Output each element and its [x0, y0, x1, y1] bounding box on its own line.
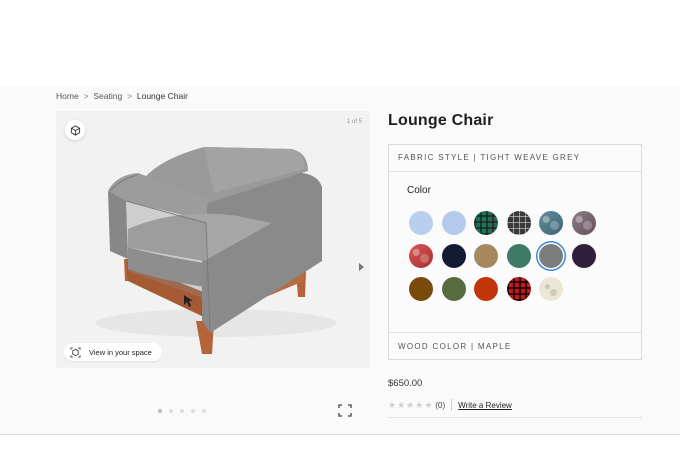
color-swatch-red-plaid[interactable]	[506, 277, 531, 301]
breadcrumb-separator-icon: >	[83, 91, 89, 101]
color-swatch-light-blue-1[interactable]	[409, 211, 433, 235]
top-header-band	[0, 0, 680, 86]
color-swatch-green-plaid[interactable]	[474, 211, 498, 235]
image-counter: 1 of 5	[346, 119, 362, 125]
pagination-dot[interactable]	[169, 409, 173, 413]
pagination-dot[interactable]	[191, 409, 195, 413]
color-label: Color	[407, 185, 431, 196]
color-swatch-rust[interactable]	[474, 277, 498, 301]
star-rating: ★ ★ ★ ★ ★	[388, 400, 432, 410]
breadcrumb-current: Lounge Chair	[136, 91, 188, 101]
breadcrumb: Home > Seating > Lounge Chair	[56, 91, 188, 101]
color-swatch-mauve-marble[interactable]	[571, 211, 596, 235]
rating-row: ★ ★ ★ ★ ★ (0) Write a Review	[388, 399, 512, 411]
fabric-style-header[interactable]: FABRIC STYLE | TIGHT WEAVE GREY	[389, 145, 641, 172]
rating-count: (0)	[435, 400, 446, 410]
color-swatch-brown[interactable]	[409, 277, 433, 301]
color-swatch-teal[interactable]	[506, 244, 531, 268]
color-swatch-aubergine[interactable]	[571, 244, 596, 268]
star-icon: ★	[415, 400, 424, 410]
chair-image	[96, 147, 336, 354]
color-swatch-cream-marble[interactable]	[539, 277, 563, 301]
breadcrumb-seating[interactable]: Seating	[93, 91, 122, 101]
product-image-viewer[interactable]: 1 of 5 View in your space	[56, 111, 370, 368]
view-in-space-label: View in your space	[89, 347, 152, 357]
view-in-space-button[interactable]: View in your space	[64, 343, 162, 361]
pagination-dot[interactable]	[202, 409, 206, 413]
color-swatch-olive[interactable]	[441, 277, 466, 301]
color-swatch-light-blue-2[interactable]	[441, 211, 466, 235]
color-swatch-grey-selected[interactable]	[539, 244, 563, 268]
wood-color-header[interactable]: WOOD COLOR | MAPLE	[389, 332, 641, 359]
color-swatch-tan[interactable]	[474, 244, 498, 268]
product-price: $650.00	[388, 378, 423, 389]
color-swatch-navy[interactable]	[441, 244, 466, 268]
breadcrumb-home[interactable]: Home	[56, 91, 79, 101]
color-swatch-red-marble[interactable]	[409, 244, 433, 268]
star-icon: ★	[424, 400, 433, 410]
star-icon: ★	[406, 400, 415, 410]
color-swatch-grey-plaid[interactable]	[506, 211, 531, 235]
color-swatch-grid	[409, 211, 596, 301]
star-icon: ★	[397, 400, 406, 410]
ar-cube-icon[interactable]	[65, 120, 85, 140]
product-title: Lounge Chair	[388, 112, 494, 129]
pagination-dot[interactable]	[180, 409, 184, 413]
breadcrumb-separator-icon: >	[127, 91, 132, 101]
chevron-right-icon[interactable]	[359, 263, 364, 271]
rating-divider-line	[388, 417, 642, 418]
color-swatch-blue-marble[interactable]	[539, 211, 563, 235]
product-options-panel: FABRIC STYLE | TIGHT WEAVE GREY Color WO…	[388, 144, 642, 360]
star-icon: ★	[388, 400, 397, 410]
fullscreen-icon[interactable]	[338, 404, 352, 417]
rating-divider	[451, 399, 453, 411]
write-review-link[interactable]: Write a Review	[458, 401, 512, 410]
view-in-space-icon	[70, 347, 81, 357]
image-pagination	[158, 409, 206, 413]
footer-band	[0, 435, 680, 468]
pagination-dot[interactable]	[158, 409, 162, 413]
